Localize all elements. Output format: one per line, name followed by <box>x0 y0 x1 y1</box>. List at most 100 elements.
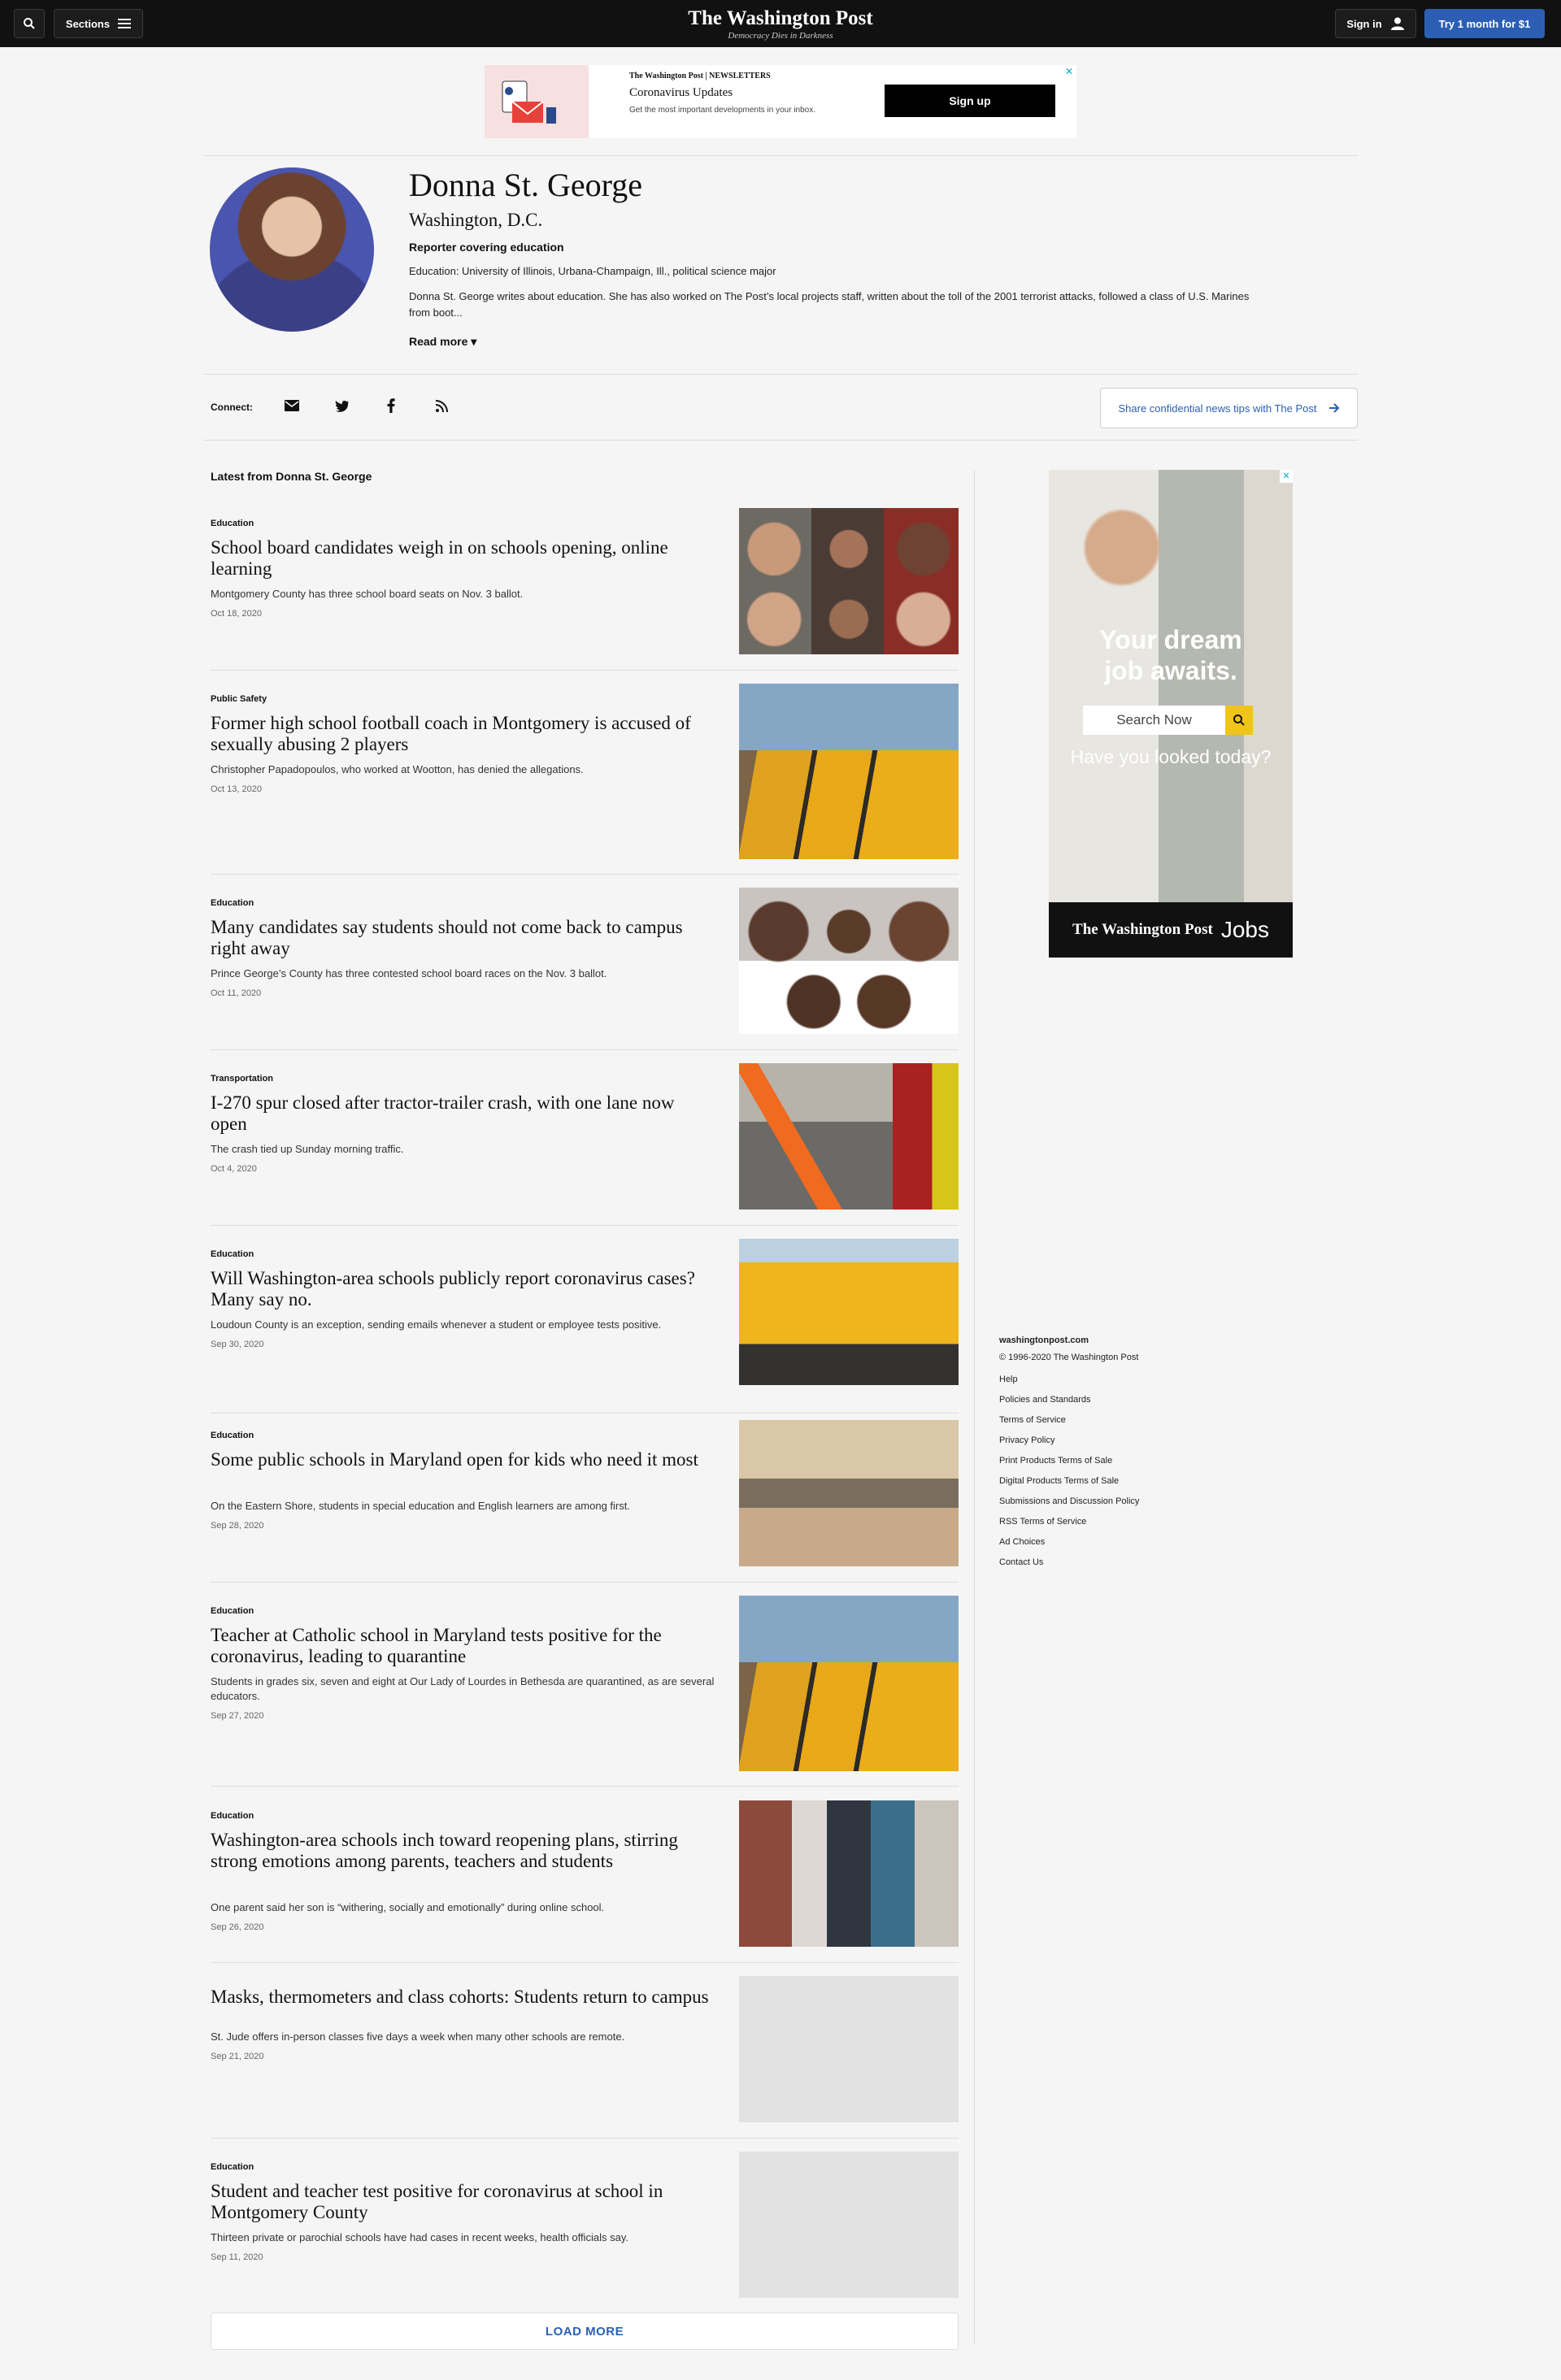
article-kicker[interactable]: Education <box>211 1431 254 1440</box>
author-name: Donna St. George <box>409 167 642 203</box>
newsletter-banner-ad[interactable]: The Washington Post | NEWSLETTERS Corona… <box>485 65 1076 138</box>
article-kicker[interactable]: Education <box>211 519 254 528</box>
article-date: Oct 13, 2020 <box>211 784 262 794</box>
hamburger-icon <box>118 19 132 28</box>
footer-link-submissions[interactable]: Submissions and Discussion Policy <box>999 1492 1139 1512</box>
read-more-button[interactable]: Read more ▾ <box>409 335 476 349</box>
footer-link-digital-terms[interactable]: Digital Products Terms of Sale <box>999 1471 1139 1492</box>
article-headline[interactable]: Teacher at Catholic school in Maryland t… <box>211 1625 715 1667</box>
ad-question: Have you looked today? <box>1070 746 1272 767</box>
ad-choices-close-icon[interactable]: ✕ <box>1065 66 1073 77</box>
search-button[interactable] <box>14 9 45 38</box>
article-image-placeholder[interactable] <box>739 2152 959 2298</box>
article-image[interactable] <box>739 1239 959 1385</box>
article-image[interactable] <box>739 508 959 654</box>
article-image[interactable] <box>739 888 959 1034</box>
envelope-icon <box>502 80 556 124</box>
caret-down-icon: ▾ <box>471 335 477 348</box>
author-education: Education: University of Illinois, Urban… <box>409 265 776 277</box>
article-image[interactable] <box>739 1063 959 1210</box>
article-headline[interactable]: Former high school football coach in Mon… <box>211 713 715 755</box>
footer-link-rss-terms[interactable]: RSS Terms of Service <box>999 1512 1139 1532</box>
article-image[interactable] <box>739 684 959 859</box>
article-image-placeholder[interactable] <box>739 1976 959 2122</box>
footer-link-privacy[interactable]: Privacy Policy <box>999 1431 1139 1451</box>
article-headline[interactable]: Washington-area schools inch toward reop… <box>211 1830 715 1872</box>
footer-link-policies[interactable]: Policies and Standards <box>999 1390 1139 1410</box>
search-icon <box>1233 714 1245 726</box>
article-kicker[interactable]: Education <box>211 1606 254 1616</box>
article-image[interactable] <box>739 1800 959 1947</box>
author-bio: Donna St. George writes about education.… <box>409 290 1250 319</box>
article-blurb: Students in grades six, seven and eight … <box>211 1675 715 1702</box>
article-headline[interactable]: School board candidates weigh in on scho… <box>211 537 715 580</box>
latest-heading: Latest from Donna St. George <box>211 470 372 483</box>
top-navigation: Sections The Washington Post Democracy D… <box>0 0 1561 47</box>
article-date: Sep 26, 2020 <box>211 1922 264 1932</box>
arrow-right-icon <box>1328 403 1339 413</box>
twitter-icon[interactable] <box>333 397 351 415</box>
footer-link-ad-choices[interactable]: Ad Choices <box>999 1532 1139 1553</box>
article-kicker[interactable]: Education <box>211 898 254 908</box>
article-headline[interactable]: Some public schools in Maryland open for… <box>211 1449 715 1470</box>
footer-site-name: washingtonpost.com <box>999 1335 1089 1345</box>
article-blurb: On the Eastern Shore, students in specia… <box>211 1500 630 1512</box>
divider <box>211 1582 959 1583</box>
ad-jobs-label: Jobs <box>1220 917 1269 942</box>
article-kicker[interactable]: Transportation <box>211 1074 273 1084</box>
footer-link-contact[interactable]: Contact Us <box>999 1553 1139 1573</box>
user-icon <box>1390 17 1404 30</box>
divider <box>211 874 959 875</box>
article-headline[interactable]: Many candidates say students should not … <box>211 917 715 959</box>
ad-headline: Your dream job awaits. <box>1049 624 1293 686</box>
search-icon <box>24 18 35 29</box>
divider <box>203 374 1358 375</box>
ad-search-button[interactable] <box>1225 706 1253 735</box>
banner-signup-button[interactable]: Sign up <box>885 85 1055 117</box>
column-divider <box>974 470 975 2344</box>
article-date: Oct 4, 2020 <box>211 1164 257 1174</box>
article-blurb: St. Jude offers in-person classes five d… <box>211 2030 625 2043</box>
read-more-label: Read more <box>409 335 468 348</box>
facebook-icon[interactable] <box>382 397 400 415</box>
article-headline[interactable]: Student and teacher test positive for co… <box>211 2181 715 2223</box>
load-more-button[interactable]: LOAD MORE <box>211 2313 959 2350</box>
article-date: Sep 27, 2020 <box>211 1711 264 1721</box>
article-date: Oct 18, 2020 <box>211 609 262 619</box>
article-blurb: Thirteen private or parochial schools ha… <box>211 2231 629 2243</box>
news-tips-button[interactable]: Share confidential news tips with The Po… <box>1100 388 1358 428</box>
article-image[interactable] <box>739 1596 959 1771</box>
article-headline[interactable]: Masks, thermometers and class cohorts: S… <box>211 1987 715 2008</box>
footer-link-terms[interactable]: Terms of Service <box>999 1410 1139 1431</box>
footer-link-help[interactable]: Help <box>999 1370 1139 1390</box>
article-blurb: Christopher Papadopoulos, who worked at … <box>211 763 584 775</box>
divider <box>211 1225 959 1226</box>
jobs-side-ad[interactable]: Your dream job awaits. Search Now Have y… <box>1049 470 1293 958</box>
article-date: Sep 11, 2020 <box>211 2252 263 2262</box>
article-blurb: Loudoun County is an exception, sending … <box>211 1318 662 1331</box>
ad-search-field[interactable]: Search Now <box>1083 706 1225 735</box>
article-kicker[interactable]: Public Safety <box>211 694 267 704</box>
article-kicker[interactable]: Education <box>211 2162 254 2172</box>
author-location: Washington, D.C. <box>409 210 543 230</box>
article-headline[interactable]: I-270 spur closed after tractor-trailer … <box>211 1092 715 1135</box>
footer-copyright: © 1996-2020 The Washington Post <box>999 1353 1139 1362</box>
banner-subtitle: Get the most important developments in y… <box>629 106 816 115</box>
article-kicker[interactable]: Education <box>211 1811 254 1821</box>
rss-icon[interactable] <box>433 397 450 415</box>
ad-choices-icon[interactable]: ✕ <box>1280 470 1293 483</box>
subscribe-button[interactable]: Try 1 month for $1 <box>1424 9 1545 38</box>
masthead-logo[interactable]: The Washington Post Democracy Dies in Da… <box>618 7 943 41</box>
article-date: Sep 28, 2020 <box>211 1521 264 1531</box>
email-icon[interactable] <box>283 397 301 415</box>
ad-photo <box>1049 470 1293 902</box>
article-blurb: The crash tied up Sunday morning traffic… <box>211 1143 404 1155</box>
article-date: Oct 11, 2020 <box>211 988 262 998</box>
sign-in-button[interactable]: Sign in <box>1335 9 1416 38</box>
divider <box>203 440 1358 441</box>
sections-button[interactable]: Sections <box>54 9 143 38</box>
footer-link-print-terms[interactable]: Print Products Terms of Sale <box>999 1451 1139 1471</box>
article-kicker[interactable]: Education <box>211 1249 254 1259</box>
article-image[interactable] <box>739 1420 959 1566</box>
article-headline[interactable]: Will Washington-area schools publicly re… <box>211 1268 715 1310</box>
